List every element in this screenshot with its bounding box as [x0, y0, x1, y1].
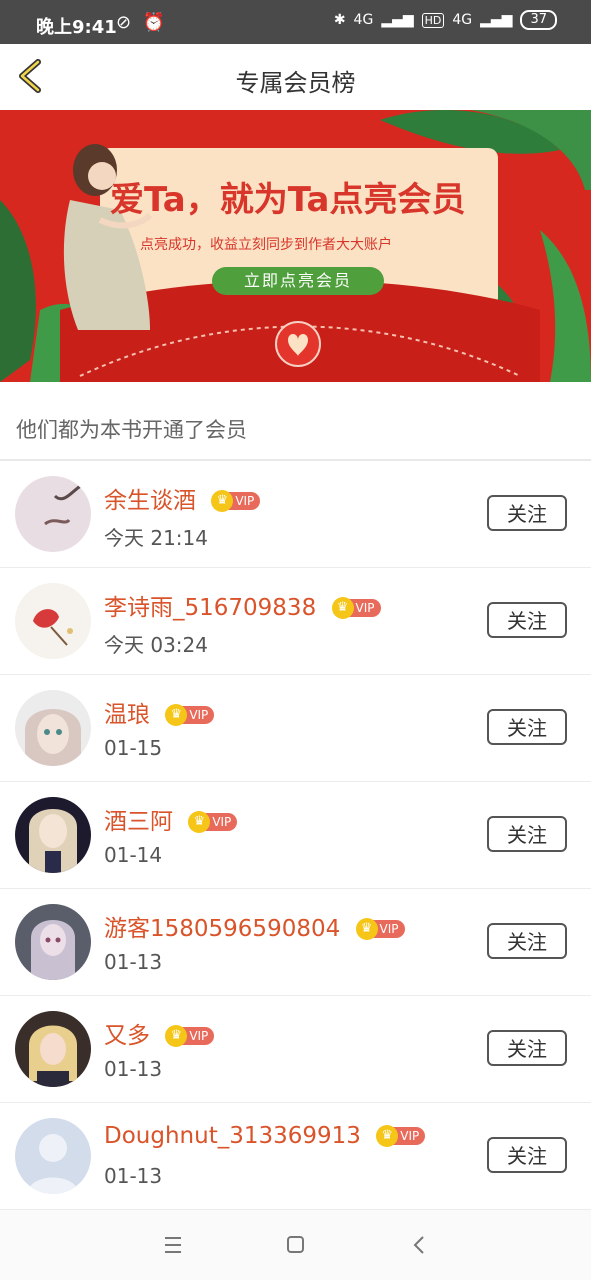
follow-button[interactable]: 关注 [487, 495, 567, 531]
menu-icon [165, 1237, 181, 1253]
join-time: 今天 21:14 [104, 526, 208, 550]
menu-nav-button[interactable] [158, 1230, 188, 1260]
member-name[interactable]: 余生谈酒 ♛ VIP [104, 481, 261, 515]
signal-icon: ▂▄▆ [381, 12, 414, 28]
silent-icon: ⊘ [116, 12, 132, 33]
vip-badge: ♛ VIP [188, 810, 238, 833]
vip-badge: ♛ VIP [211, 489, 261, 512]
follow-button[interactable]: 关注 [487, 1137, 567, 1173]
banner-cta-button[interactable]: 立即点亮会员 [212, 267, 384, 295]
member-list: 余生谈酒 ♛ VIP 今天 21:14 关注 李诗雨_516709838 ♛ VIP… [0, 461, 591, 1210]
vip-badge: ♛ VIP [165, 703, 215, 726]
avatar[interactable] [15, 904, 91, 980]
member-name[interactable]: 又多 ♛ VIP [104, 1016, 215, 1050]
battery-indicator: 37 [520, 10, 557, 30]
avatar[interactable] [15, 1118, 91, 1194]
crown-icon: ♛ [188, 810, 211, 833]
join-time: 01-15 [104, 736, 163, 760]
network-label-1: 4G [353, 12, 374, 28]
alarm-icon: ⏰ [142, 12, 166, 33]
vip-badge: ♛ VIP [331, 596, 381, 619]
banner-headline: 爱Ta，就为Ta点亮会员 [110, 180, 466, 220]
follow-button[interactable]: 关注 [487, 816, 567, 852]
join-time: 01-14 [104, 843, 163, 867]
system-nav-bar [0, 1210, 591, 1280]
member-name[interactable]: Doughnut_313369913 ♛ VIP [104, 1123, 426, 1149]
default-avatar-icon [15, 1118, 91, 1194]
follow-button[interactable]: 关注 [487, 709, 567, 745]
list-item[interactable]: 又多 ♛ VIP 01-13 关注 [0, 996, 591, 1103]
avatar[interactable] [15, 690, 91, 766]
back-nav-icon [413, 1236, 424, 1254]
avatar[interactable] [15, 797, 91, 873]
list-item[interactable]: 游客1580596590804 ♛ VIP 01-13 关注 [0, 889, 591, 996]
member-name[interactable]: 李诗雨_516709838 ♛ VIP [104, 588, 381, 622]
avatar[interactable] [15, 1011, 91, 1087]
crown-icon: ♛ [355, 917, 378, 940]
crown-icon: ♛ [376, 1124, 399, 1147]
home-icon [287, 1236, 304, 1253]
join-time: 今天 03:24 [104, 633, 208, 657]
vip-badge: ♛ VIP [355, 917, 405, 940]
follow-button[interactable]: 关注 [487, 602, 567, 638]
follow-button[interactable]: 关注 [487, 923, 567, 959]
signal-icon-2: ▂▄▆ [480, 12, 513, 28]
crown-icon: ♛ [331, 596, 354, 619]
status-right: ✱ 4G ▂▄▆ HD 4G ▂▄▆ 37 [334, 10, 557, 30]
list-item[interactable]: 余生谈酒 ♛ VIP 今天 21:14 关注 [0, 461, 591, 568]
network-label-2: 4G [452, 12, 473, 28]
hd-badge: HD [421, 12, 445, 28]
top-bar: 专属会员榜 [0, 44, 591, 111]
join-time: 01-13 [104, 950, 163, 974]
list-item[interactable]: Doughnut_313369913 ♛ VIP 01-13 关注 [0, 1103, 591, 1210]
promo-banner[interactable]: 爱Ta，就为Ta点亮会员 点亮成功，收益立刻同步到作者大大账户 立即点亮会员 [0, 110, 591, 382]
list-item[interactable]: 李诗雨_516709838 ♛ VIP 今天 03:24 关注 [0, 568, 591, 675]
vip-badge: ♛ VIP [376, 1124, 426, 1147]
section-title: 他们都为本书开通了会员 [16, 418, 247, 442]
crown-icon: ♛ [165, 1024, 188, 1047]
list-item[interactable]: 酒三阿 ♛ VIP 01-14 关注 [0, 782, 591, 889]
crown-icon: ♛ [165, 703, 188, 726]
member-name[interactable]: 温琅 ♛ VIP [104, 695, 215, 729]
page-title: 专属会员榜 [235, 69, 356, 97]
status-bar: 晚上9:41 ⊘ ⏰ ✱ 4G ▂▄▆ HD 4G ▂▄▆ 37 [0, 0, 591, 44]
member-name[interactable]: 酒三阿 ♛ VIP [104, 802, 238, 836]
member-name[interactable]: 游客1580596590804 ♛ VIP [104, 909, 405, 943]
status-left-icons: ⊘ ⏰ [92, 12, 165, 33]
bluetooth-icon: ✱ [333, 12, 346, 28]
crown-icon: ♛ [211, 489, 234, 512]
home-nav-button[interactable] [280, 1230, 310, 1260]
back-nav-button[interactable] [404, 1230, 434, 1260]
join-time: 01-13 [104, 1164, 163, 1188]
avatar[interactable] [15, 476, 91, 552]
avatar[interactable] [15, 583, 91, 659]
list-item[interactable]: 温琅 ♛ VIP 01-15 关注 [0, 675, 591, 782]
banner-subline: 点亮成功，收益立刻同步到作者大大账户 [140, 237, 392, 253]
vip-badge: ♛ VIP [165, 1024, 215, 1047]
join-time: 01-13 [104, 1057, 163, 1081]
follow-button[interactable]: 关注 [487, 1030, 567, 1066]
